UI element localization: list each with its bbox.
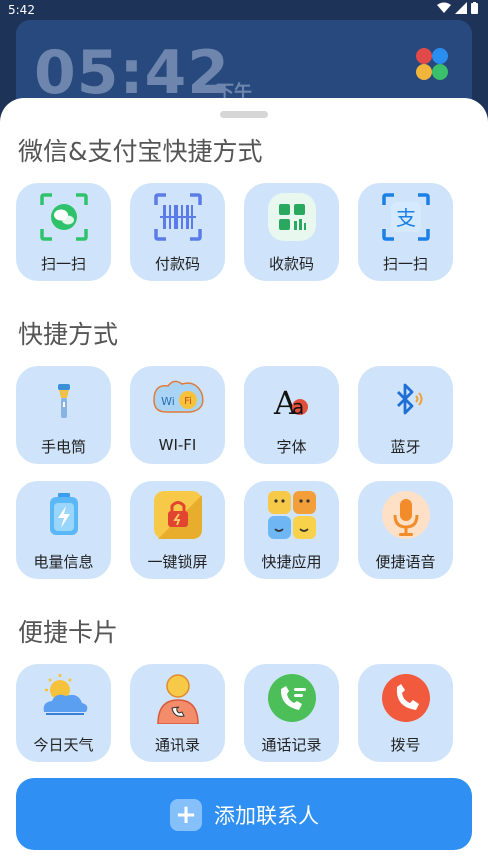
microphone-icon	[382, 491, 430, 539]
section-title-pay: 微信&支付宝快捷方式	[18, 137, 263, 166]
tile-label: 扫一扫	[382, 255, 428, 273]
weather-icon	[43, 674, 88, 715]
status-bar: 5:42	[0, 0, 488, 22]
tile-font[interactable]: A a 字体	[244, 366, 339, 464]
tile-label: 今日天气	[33, 736, 94, 754]
tile-label: 电量信息	[33, 553, 94, 571]
alipay-scan-icon: 支	[382, 193, 430, 241]
flower-logo-icon	[416, 48, 448, 80]
tile-call-log[interactable]: 通话记录	[244, 664, 339, 762]
svg-text:a: a	[292, 395, 304, 419]
dialer-icon	[382, 674, 430, 722]
lock-icon	[154, 491, 202, 539]
battery-status-icon	[471, 2, 478, 14]
tile-label: 蓝牙	[390, 438, 421, 456]
tile-collect-code[interactable]: 收款码	[244, 183, 339, 281]
bluetooth-icon	[397, 383, 423, 415]
tile-quick-apps[interactable]: 快捷应用	[244, 481, 339, 579]
tile-voice[interactable]: 便捷语音	[358, 481, 453, 579]
tile-label: 一键锁屏	[147, 553, 208, 571]
tile-label: WI-FI	[158, 436, 197, 454]
tile-label: 快捷应用	[261, 553, 322, 571]
section-title-shortcuts: 快捷方式	[18, 320, 119, 349]
flashlight-icon	[58, 384, 70, 418]
add-contact-label: 添加联系人	[214, 804, 319, 828]
svg-text:Fi: Fi	[184, 396, 192, 407]
shortcut-sheet: 微信&支付宝快捷方式 扫一扫 付款码 收款码 支 扫一扫 快捷方式 手电筒 Wi…	[0, 98, 488, 868]
status-time: 5:42	[8, 3, 35, 17]
tile-payment-code[interactable]: 付款码	[130, 183, 225, 281]
add-contact-button[interactable]: + 添加联系人	[16, 778, 472, 850]
wechat-scan-icon	[40, 193, 88, 241]
tile-alipay-scan[interactable]: 支 扫一扫	[358, 183, 453, 281]
tile-flashlight[interactable]: 手电筒	[16, 366, 111, 464]
tile-bluetooth[interactable]: 蓝牙	[358, 366, 453, 464]
svg-text:支: 支	[396, 206, 416, 230]
tile-label: 便捷语音	[375, 553, 436, 571]
tile-lock-screen[interactable]: 一键锁屏	[130, 481, 225, 579]
tile-wechat-scan[interactable]: 扫一扫	[16, 183, 111, 281]
plus-icon: +	[170, 799, 202, 831]
tile-label: 通讯录	[154, 736, 200, 754]
section-title-cards: 便捷卡片	[18, 618, 119, 647]
tile-label: 收款码	[268, 255, 314, 273]
tile-wifi[interactable]: Wi Fi WI-FI	[130, 366, 225, 464]
tile-label: 扫一扫	[40, 255, 86, 273]
tile-label: 拨号	[390, 736, 421, 754]
call-log-icon	[268, 674, 316, 722]
tile-label: 字体	[276, 438, 307, 456]
tile-label: 通话记录	[261, 736, 322, 754]
tile-battery[interactable]: 电量信息	[16, 481, 111, 579]
signal-status-icon	[455, 2, 467, 14]
apps-grid-icon	[268, 491, 316, 539]
barcode-icon	[154, 193, 202, 241]
tile-contacts[interactable]: 通讯录	[130, 664, 225, 762]
svg-text:Wi: Wi	[161, 395, 175, 408]
status-icons	[437, 2, 478, 14]
drag-handle[interactable]	[220, 111, 268, 118]
tile-label: 付款码	[154, 255, 200, 273]
battery-icon	[50, 493, 78, 535]
contacts-icon	[157, 674, 199, 724]
qr-collect-icon	[268, 193, 316, 241]
tile-weather[interactable]: 今日天气	[16, 664, 111, 762]
wifi-status-icon	[437, 2, 451, 13]
wifi-icon: Wi Fi	[153, 380, 204, 413]
tile-label: 手电筒	[40, 438, 86, 456]
tile-dialer[interactable]: 拨号	[358, 664, 453, 762]
font-icon: A a	[273, 384, 308, 422]
